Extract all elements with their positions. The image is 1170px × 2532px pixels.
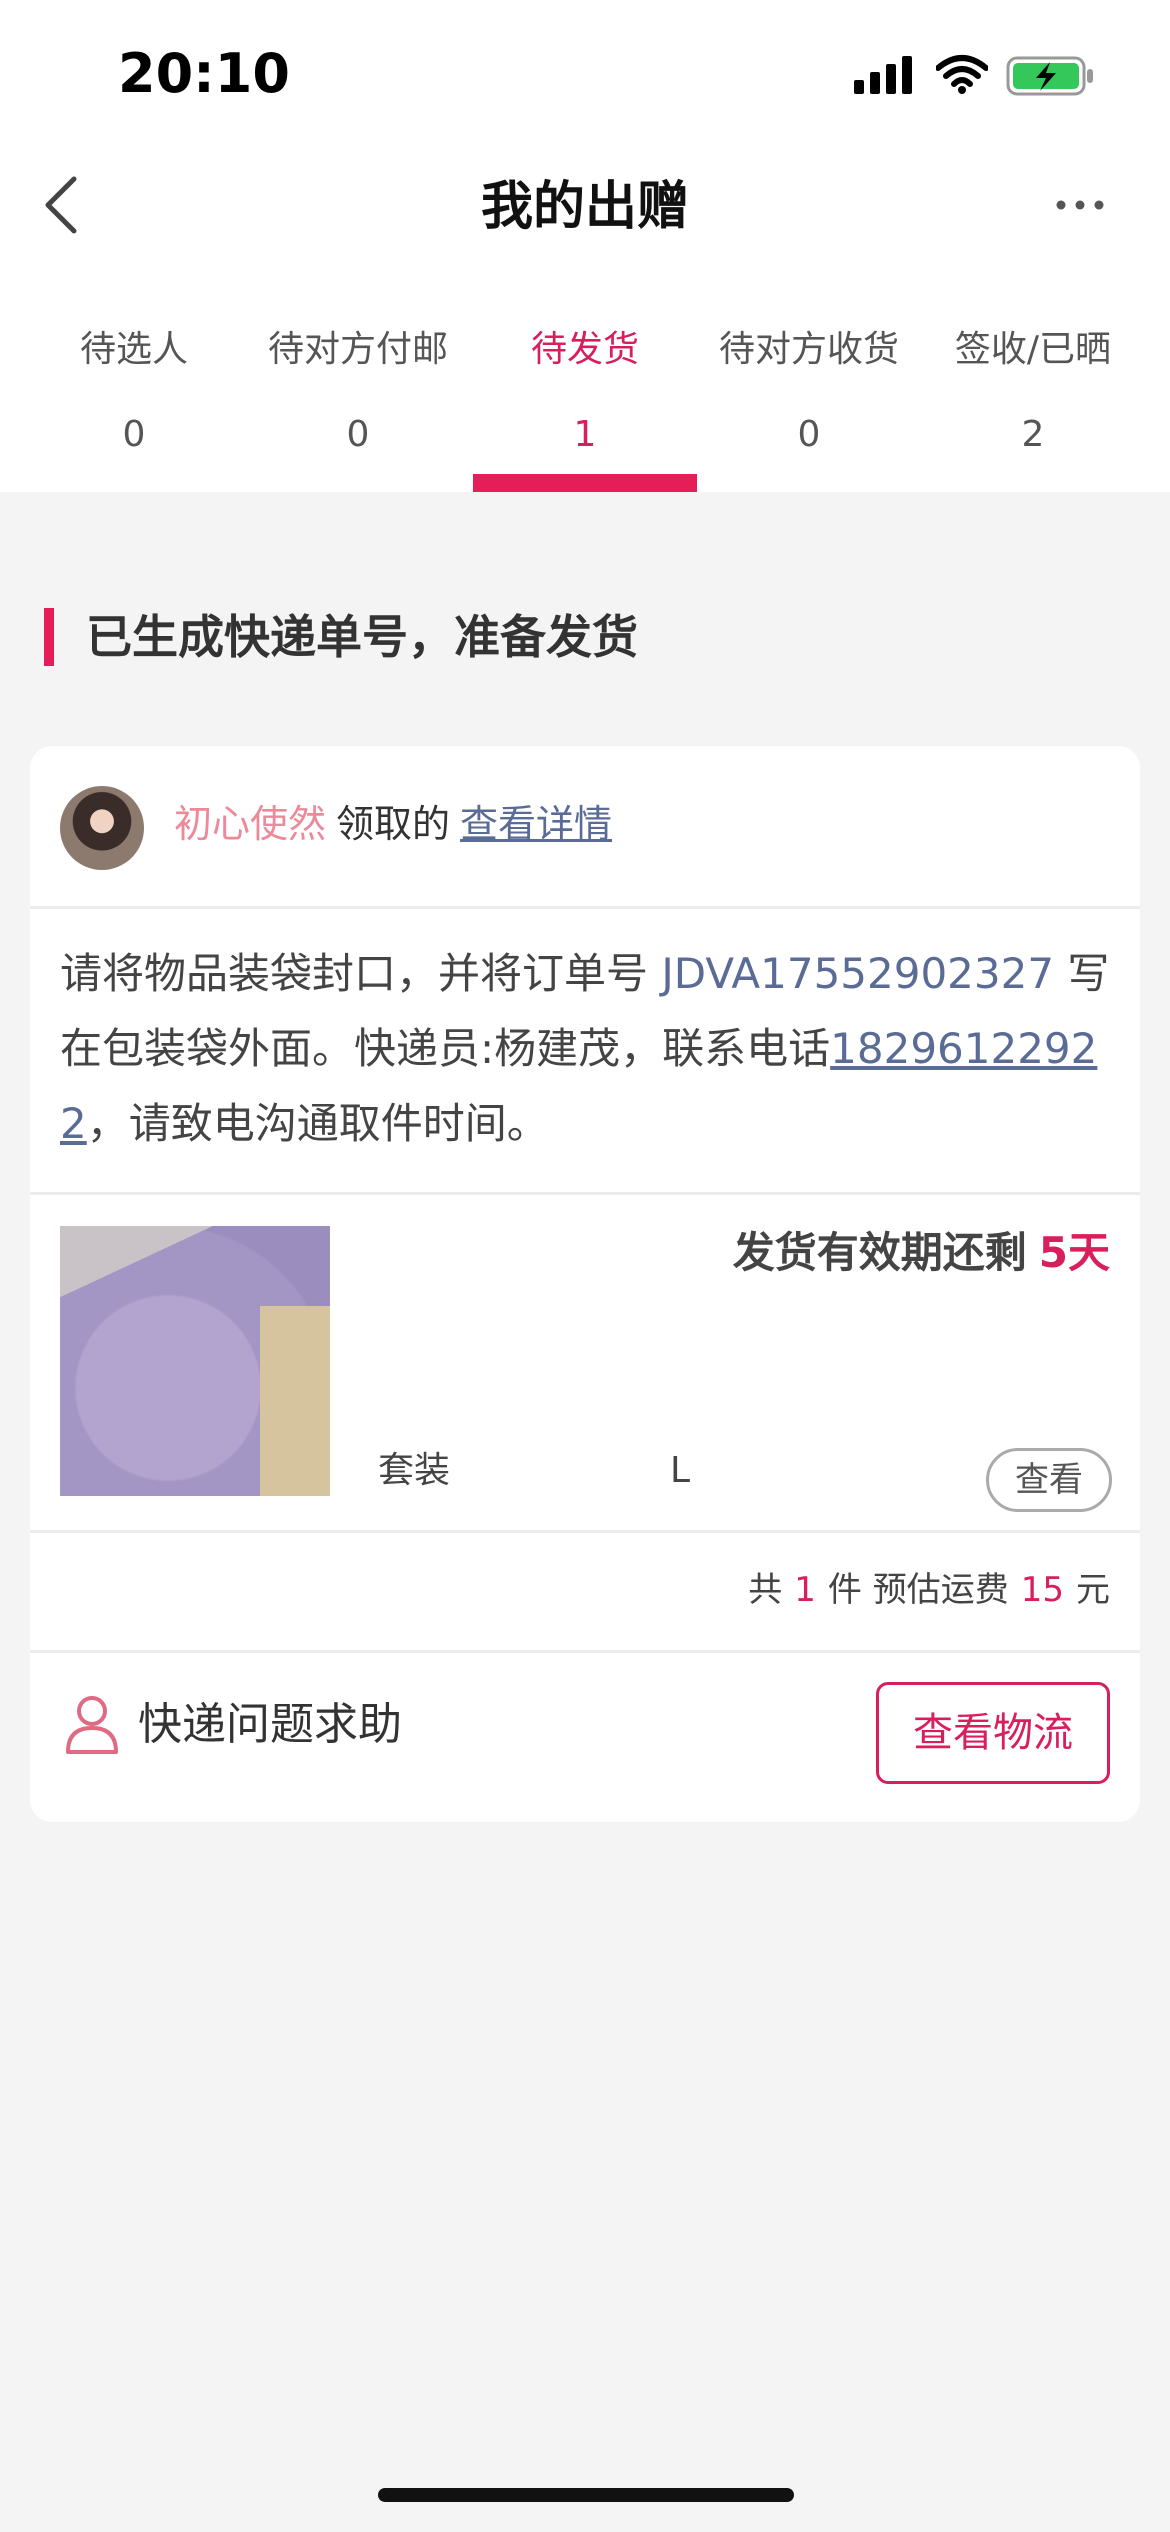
- shipping-deadline: 发货有效期还剩 5天: [733, 1218, 1110, 1288]
- tab-label: 待对方收货: [718, 329, 899, 370]
- tab-count: 0: [346, 414, 370, 455]
- tab-count: 0: [122, 414, 146, 455]
- view-logistics-button[interactable]: 查看物流: [876, 1682, 1110, 1784]
- signal-icon: [852, 56, 916, 100]
- claim-verb: 领取的: [336, 802, 451, 846]
- expiry-label: 发货有效期还剩: [732, 1228, 1027, 1277]
- shipping-instruction: 请将物品装袋封口，并将订单号 JDVA17552902327 写在包装袋外面。快…: [60, 936, 1110, 1161]
- product-thumbnail[interactable]: [60, 1226, 330, 1496]
- tab-count: 1: [573, 414, 597, 455]
- avatar[interactable]: [60, 786, 144, 870]
- status-tabs: 待选人 0 待对方付邮 0 待发货 1 待对方收货 0 签收/已晒 2: [0, 320, 1170, 492]
- instruction-text: ，请致电沟通取件时间。: [86, 1099, 549, 1148]
- back-button[interactable]: [30, 170, 90, 240]
- courier-help-link[interactable]: 快递问题求助: [138, 1692, 402, 1758]
- page: 20:10 我的出赠 待选人 0 待对方付邮 0 待发货 1 待对方收货 0 签…: [0, 0, 1170, 2532]
- tab-pending-postage[interactable]: 待对方付邮 0: [246, 320, 470, 492]
- more-button[interactable]: [1050, 180, 1110, 230]
- shipping-fee: 15: [1020, 1570, 1064, 1610]
- expiry-days: 5天: [1038, 1228, 1110, 1277]
- claim-info: 初心使然 领取的 查看详情: [174, 794, 612, 854]
- status-bar: 20:10: [0, 0, 1170, 150]
- divider: [30, 1192, 1140, 1195]
- tab-count: 2: [1021, 414, 1045, 455]
- claim-row: 初心使然 领取的 查看详情: [30, 746, 1140, 906]
- tab-label: 待对方付邮: [267, 329, 448, 370]
- order-card: 初心使然 领取的 查看详情 请将物品装袋封口，并将订单号 JDVA175529023…: [30, 746, 1140, 1822]
- home-indicator[interactable]: [378, 2488, 794, 2502]
- person-icon[interactable]: [64, 1694, 120, 1760]
- view-product-button[interactable]: 查看: [986, 1448, 1112, 1512]
- tab-pending-selection[interactable]: 待选人 0: [22, 320, 246, 492]
- divider: [30, 1650, 1140, 1653]
- divider: [30, 906, 1140, 909]
- order-number: JDVA17552902327: [661, 949, 1055, 998]
- tab-pending-shipment[interactable]: 待发货 1: [473, 320, 697, 492]
- order-summary: 共1 件 预估运费 15 元: [748, 1560, 1110, 1620]
- tab-label: 签收/已晒: [954, 329, 1112, 370]
- chevron-left-icon: [45, 176, 77, 234]
- summary-mid: 件 预估运费: [827, 1570, 1009, 1610]
- product-name: 套装: [378, 1450, 451, 1491]
- instruction-text: 请将物品装袋封口，并将订单号: [60, 949, 662, 998]
- section-accent-bar: [44, 608, 54, 666]
- summary-prefix: 共: [748, 1570, 783, 1610]
- divider: [30, 1530, 1140, 1533]
- tab-received-shared[interactable]: 签收/已晒 2: [921, 320, 1145, 492]
- product-size: L: [670, 1450, 691, 1491]
- more-horizontal-icon: [1056, 200, 1104, 210]
- summary-unit: 元: [1076, 1570, 1110, 1610]
- claimer-name[interactable]: 初心使然: [174, 802, 326, 846]
- view-details-link[interactable]: 查看详情: [460, 802, 612, 846]
- item-count: 1: [794, 1570, 816, 1610]
- tab-label: 待发货: [530, 329, 639, 370]
- wifi-icon: [935, 54, 989, 98]
- page-title: 我的出赠: [480, 177, 689, 237]
- active-tab-indicator: [473, 474, 697, 492]
- battery-charging-icon: [1006, 56, 1096, 100]
- section-title: 已生成快递单号，准备发货: [86, 610, 638, 664]
- status-time: 20:10: [118, 42, 290, 105]
- tab-pending-receipt[interactable]: 待对方收货 0: [697, 320, 921, 492]
- tab-label: 待选人: [79, 329, 188, 370]
- tab-count: 0: [797, 414, 821, 455]
